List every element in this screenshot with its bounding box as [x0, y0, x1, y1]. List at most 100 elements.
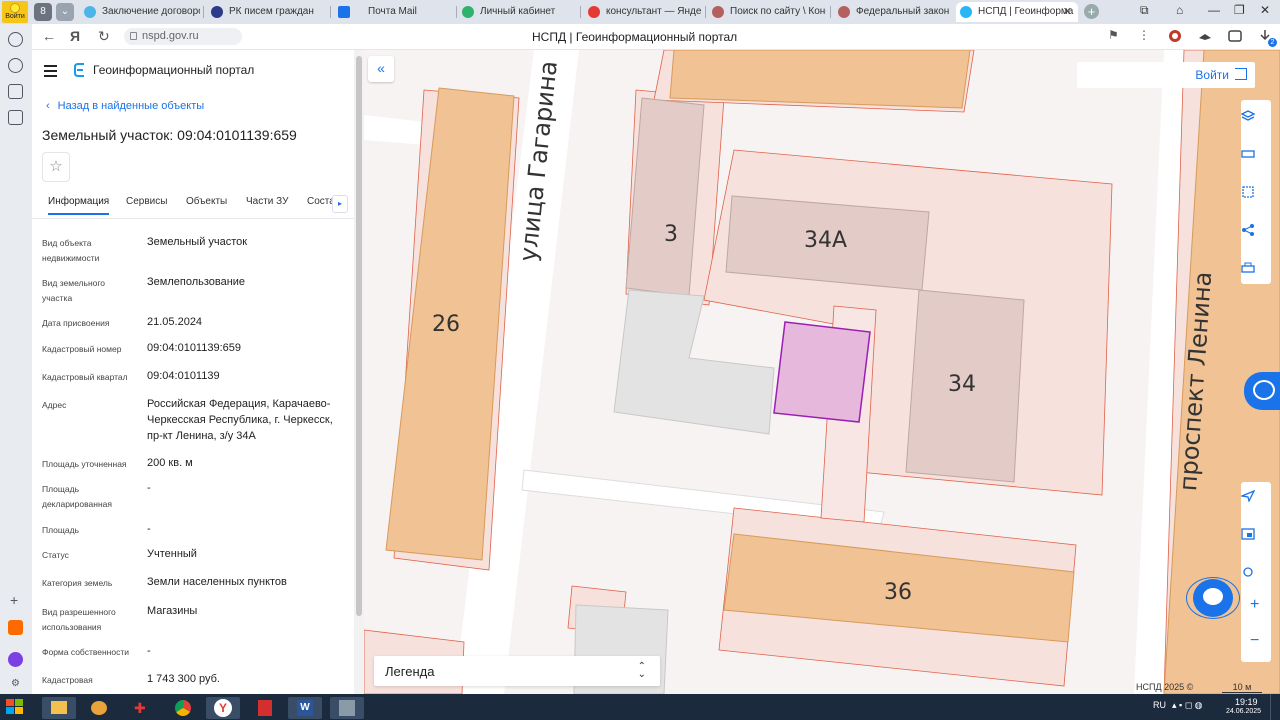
print-icon[interactable] — [1241, 262, 1255, 274]
market-icon[interactable] — [8, 620, 23, 635]
more-icon[interactable]: ⋮ — [1138, 28, 1150, 42]
tool-icon[interactable]: ✚ — [124, 697, 158, 719]
close-tab-icon[interactable]: ✕ — [1063, 2, 1072, 22]
language-indicator[interactable]: RU — [1153, 700, 1166, 710]
add-panel-icon[interactable]: + — [10, 592, 18, 608]
object-info-panel: Геоинформационный портал ‹ Назад в найден… — [32, 50, 354, 694]
tab-services[interactable]: Сервисы — [126, 196, 167, 213]
tab-federal-law[interactable]: Федеральный закон "О — [834, 2, 952, 22]
explorer-icon[interactable] — [42, 697, 76, 719]
field-value: Земли населенных пунктов — [147, 576, 287, 588]
extension-icon[interactable] — [1168, 29, 1182, 43]
chrome-icon[interactable] — [166, 697, 200, 719]
page-title: НСПД | Геоинформационный портал — [532, 30, 738, 44]
tab-yandex-search[interactable]: консультант — Яндекс — [584, 2, 702, 22]
yandex-logo-icon[interactable]: Я — [70, 28, 80, 44]
favorite-star-icon[interactable]: ☆ — [42, 152, 70, 182]
reload-icon[interactable]: ↻ — [98, 28, 110, 45]
menu-icon[interactable] — [44, 65, 57, 80]
field-label: Кадастровый номер — [42, 344, 122, 354]
assistant-button[interactable] — [1244, 372, 1280, 410]
yandex-login-label: Войти — [5, 13, 25, 20]
field-label: Вид земельного участка — [42, 278, 106, 303]
chevron-left-icon: ‹ — [46, 100, 50, 112]
hat-icon[interactable] — [1198, 29, 1212, 43]
chat-bubble-icon — [1203, 588, 1223, 605]
tab-composition[interactable]: Соста — [307, 196, 335, 213]
back-arrow-icon[interactable]: ← — [42, 28, 56, 44]
zoom-in-icon[interactable]: + — [1250, 596, 1259, 614]
collections-icon[interactable] — [8, 110, 23, 125]
word-icon[interactable]: W — [288, 697, 322, 719]
tray-icons[interactable]: ▴ ▪ ◻ ◍ — [1172, 700, 1203, 711]
tabs-divider — [32, 218, 354, 219]
legend-dropdown[interactable]: Легенда ⌃ ⌄ — [374, 656, 660, 686]
select-area-icon[interactable] — [1241, 186, 1255, 198]
tab-label: Заключение договоров — [102, 6, 200, 17]
collapse-panel-button[interactable]: « — [368, 56, 394, 82]
lock-icon — [130, 32, 137, 40]
tab-label: НСПД | Геоинформа — [978, 6, 1074, 17]
locate-icon[interactable] — [1241, 490, 1255, 502]
restore-icon[interactable]: ❐ — [1234, 3, 1245, 17]
address-bar[interactable]: nspd.gov.ru — [124, 28, 242, 45]
translate-icon[interactable] — [1228, 29, 1242, 43]
consultant-icon — [838, 6, 850, 18]
building-top — [669, 50, 971, 109]
yandex-browser-icon[interactable]: Y — [206, 697, 240, 719]
tab-mail[interactable]: Почта Mail — [334, 2, 452, 22]
show-desktop-button[interactable] — [1270, 694, 1280, 720]
yandex-icon — [588, 6, 600, 18]
bookmark-flag-icon[interactable]: ⚑ — [1108, 28, 1119, 42]
minimap-icon[interactable] — [1241, 528, 1255, 540]
chat-button[interactable] — [1186, 577, 1240, 619]
tab-letters[interactable]: РК писем граждан — [207, 2, 325, 22]
windows-taskbar: ✚ Y W RU ▴ ▪ ◻ ◍ 19:19 24.06.2025 — [0, 694, 1280, 720]
ruler-icon[interactable] — [1241, 148, 1255, 160]
panel-scrollbar-thumb[interactable] — [356, 56, 362, 616]
bookmark-icon[interactable]: ⌂ — [1176, 3, 1183, 17]
play-icon[interactable] — [8, 58, 23, 73]
building-number-34a: 34А — [804, 228, 848, 253]
yandex-login-button[interactable]: Войти — [2, 1, 28, 23]
tabs-icon[interactable]: ⧉ — [1140, 3, 1149, 18]
alice-icon[interactable] — [8, 652, 23, 667]
tab-information[interactable]: Информация — [48, 196, 110, 215]
field-label: Дата присвоения — [42, 318, 110, 328]
back-to-results-link[interactable]: ‹ Назад в найденные объекты — [46, 100, 204, 112]
tab-nspd[interactable]: НСПД | Геоинформа ✕ — [956, 2, 1078, 22]
layers-icon[interactable] — [1241, 110, 1255, 122]
settings-icon[interactable]: ⚙ — [11, 678, 20, 689]
tab-consultant[interactable]: Поиск по сайту \ Консу — [708, 2, 826, 22]
pdf-icon[interactable] — [248, 697, 282, 719]
selected-parcel[interactable] — [773, 321, 871, 423]
map-view[interactable]: улица Гагарина проспект Ленина 26 3 34А … — [364, 50, 1280, 694]
tabs-scroll-right-icon[interactable]: ▸ — [332, 195, 348, 213]
app-icon[interactable] — [330, 697, 364, 719]
tab-objects[interactable]: Объекты — [186, 196, 227, 213]
tab-account[interactable]: Личный кабинет — [458, 2, 576, 22]
clock-time[interactable]: 19:19 — [1235, 697, 1258, 707]
map-toolbar — [1241, 100, 1271, 284]
tab-contracts[interactable]: Заключение договоров — [80, 2, 200, 22]
geolocation-icon[interactable] — [1241, 566, 1255, 578]
windows-start-icon[interactable] — [4, 697, 26, 717]
field-value: - — [147, 645, 151, 657]
field-label: Кадастровая — [42, 675, 93, 685]
paint-icon[interactable] — [82, 697, 116, 719]
minimize-icon[interactable]: — — [1208, 3, 1220, 17]
chevron-down-icon[interactable]: ⌄ — [56, 3, 74, 21]
zoom-out-icon[interactable]: − — [1250, 632, 1259, 650]
tab-parcel-parts[interactable]: Части ЗУ — [246, 196, 288, 213]
clock-date[interactable]: 24.06.2025 — [1226, 708, 1261, 715]
history-icon[interactable] — [8, 32, 23, 47]
close-window-icon[interactable]: ✕ — [1260, 3, 1270, 17]
new-tab-button[interactable]: + — [1084, 4, 1099, 19]
share-icon[interactable] — [1241, 224, 1255, 236]
expand-collapse-icon: ⌃ ⌄ — [637, 661, 646, 680]
login-button[interactable]: Войти — [1077, 62, 1255, 88]
apps-icon[interactable] — [8, 84, 23, 99]
tab-group-icon[interactable]: 8 — [34, 3, 52, 21]
nspd-icon — [960, 6, 972, 18]
field-label: Кадастровый квартал — [42, 372, 128, 382]
